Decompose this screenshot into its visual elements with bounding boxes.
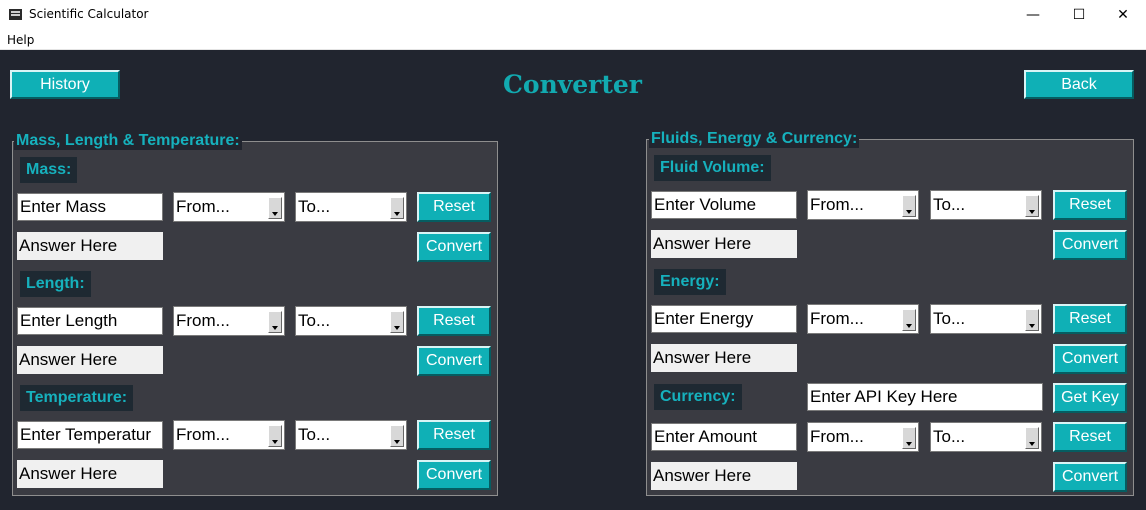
- length-from-select[interactable]: From...: [173, 306, 285, 336]
- chevron-down-icon[interactable]: [1025, 309, 1039, 331]
- currency-from-value: From...: [810, 427, 864, 446]
- temperature-from-value: From...: [176, 425, 230, 444]
- temperature-from-select[interactable]: From...: [173, 420, 285, 450]
- temperature-to-select[interactable]: To...: [295, 420, 407, 450]
- chevron-down-icon[interactable]: [390, 425, 404, 447]
- chevron-down-icon[interactable]: [390, 311, 404, 333]
- menu-help[interactable]: Help: [7, 33, 34, 47]
- length-convert-button[interactable]: Convert: [417, 346, 491, 376]
- length-input[interactable]: Enter Length: [17, 307, 163, 335]
- volume-answer: Answer Here: [651, 230, 797, 258]
- chevron-down-icon[interactable]: [1025, 195, 1039, 217]
- energy-reset-button[interactable]: Reset: [1053, 304, 1127, 334]
- volume-to-select[interactable]: To...: [930, 190, 1042, 220]
- chevron-down-icon[interactable]: [902, 427, 916, 449]
- length-label: Length:: [20, 271, 91, 297]
- volume-convert-button[interactable]: Convert: [1053, 230, 1127, 260]
- energy-from-value: From...: [810, 309, 864, 328]
- chevron-down-icon[interactable]: [902, 309, 916, 331]
- history-button[interactable]: History: [10, 70, 120, 99]
- title-bar: Scientific Calculator — ☐ ✕: [0, 0, 1146, 30]
- left-panel-title: Mass, Length & Temperature:: [14, 132, 242, 150]
- temperature-convert-button[interactable]: Convert: [417, 460, 491, 490]
- mass-input[interactable]: Enter Mass: [17, 193, 163, 221]
- app-icon: [9, 9, 22, 20]
- minimize-button[interactable]: —: [1010, 0, 1056, 30]
- volume-from-select[interactable]: From...: [807, 190, 919, 220]
- energy-answer: Answer Here: [651, 344, 797, 372]
- mass-label: Mass:: [20, 157, 78, 183]
- get-key-button[interactable]: Get Key: [1053, 383, 1127, 413]
- mass-from-value: From...: [176, 197, 230, 216]
- right-panel-title: Fluids, Energy & Currency:: [649, 130, 860, 148]
- chevron-down-icon[interactable]: [268, 197, 282, 219]
- close-button[interactable]: ✕: [1100, 0, 1146, 30]
- length-to-value: To...: [298, 311, 331, 330]
- mass-from-select[interactable]: From...: [173, 192, 285, 222]
- currency-label: Currency:: [654, 384, 742, 410]
- mass-convert-button[interactable]: Convert: [417, 232, 491, 262]
- chevron-down-icon[interactable]: [902, 195, 916, 217]
- length-answer: Answer Here: [17, 346, 163, 374]
- chevron-down-icon[interactable]: [268, 311, 282, 333]
- volume-from-value: From...: [810, 195, 864, 214]
- length-reset-button[interactable]: Reset: [417, 306, 491, 336]
- currency-from-select[interactable]: From...: [807, 422, 919, 452]
- page-title: Converter: [503, 70, 642, 99]
- energy-to-select[interactable]: To...: [930, 304, 1042, 334]
- energy-label: Energy:: [654, 269, 726, 295]
- energy-to-value: To...: [933, 309, 966, 328]
- window-title: Scientific Calculator: [29, 7, 149, 21]
- volume-reset-button[interactable]: Reset: [1053, 190, 1127, 220]
- chevron-down-icon[interactable]: [390, 197, 404, 219]
- currency-answer: Answer Here: [651, 462, 797, 490]
- menu-bar: Help: [0, 30, 1146, 50]
- currency-to-value: To...: [933, 427, 966, 446]
- energy-from-select[interactable]: From...: [807, 304, 919, 334]
- currency-convert-button[interactable]: Convert: [1053, 462, 1127, 492]
- temperature-reset-button[interactable]: Reset: [417, 420, 491, 450]
- currency-to-select[interactable]: To...: [930, 422, 1042, 452]
- length-to-select[interactable]: To...: [295, 306, 407, 336]
- chevron-down-icon[interactable]: [1025, 427, 1039, 449]
- temperature-answer: Answer Here: [17, 460, 163, 488]
- temperature-input[interactable]: Enter Temperatur: [17, 421, 163, 449]
- fluid-volume-label: Fluid Volume:: [654, 155, 771, 181]
- length-from-value: From...: [176, 311, 230, 330]
- volume-input[interactable]: Enter Volume: [651, 191, 797, 219]
- temperature-label: Temperature:: [20, 385, 134, 411]
- api-key-input[interactable]: Enter API Key Here: [807, 383, 1043, 411]
- volume-to-value: To...: [933, 195, 966, 214]
- energy-convert-button[interactable]: Convert: [1053, 344, 1127, 374]
- temperature-to-value: To...: [298, 425, 331, 444]
- maximize-button[interactable]: ☐: [1056, 0, 1102, 30]
- chevron-down-icon[interactable]: [268, 425, 282, 447]
- energy-input[interactable]: Enter Energy: [651, 305, 797, 333]
- mass-to-value: To...: [298, 197, 331, 216]
- mass-to-select[interactable]: To...: [295, 192, 407, 222]
- amount-input[interactable]: Enter Amount: [651, 423, 797, 451]
- back-button[interactable]: Back: [1024, 70, 1134, 99]
- currency-reset-button[interactable]: Reset: [1053, 422, 1127, 452]
- mass-answer: Answer Here: [17, 232, 163, 260]
- mass-reset-button[interactable]: Reset: [417, 192, 491, 222]
